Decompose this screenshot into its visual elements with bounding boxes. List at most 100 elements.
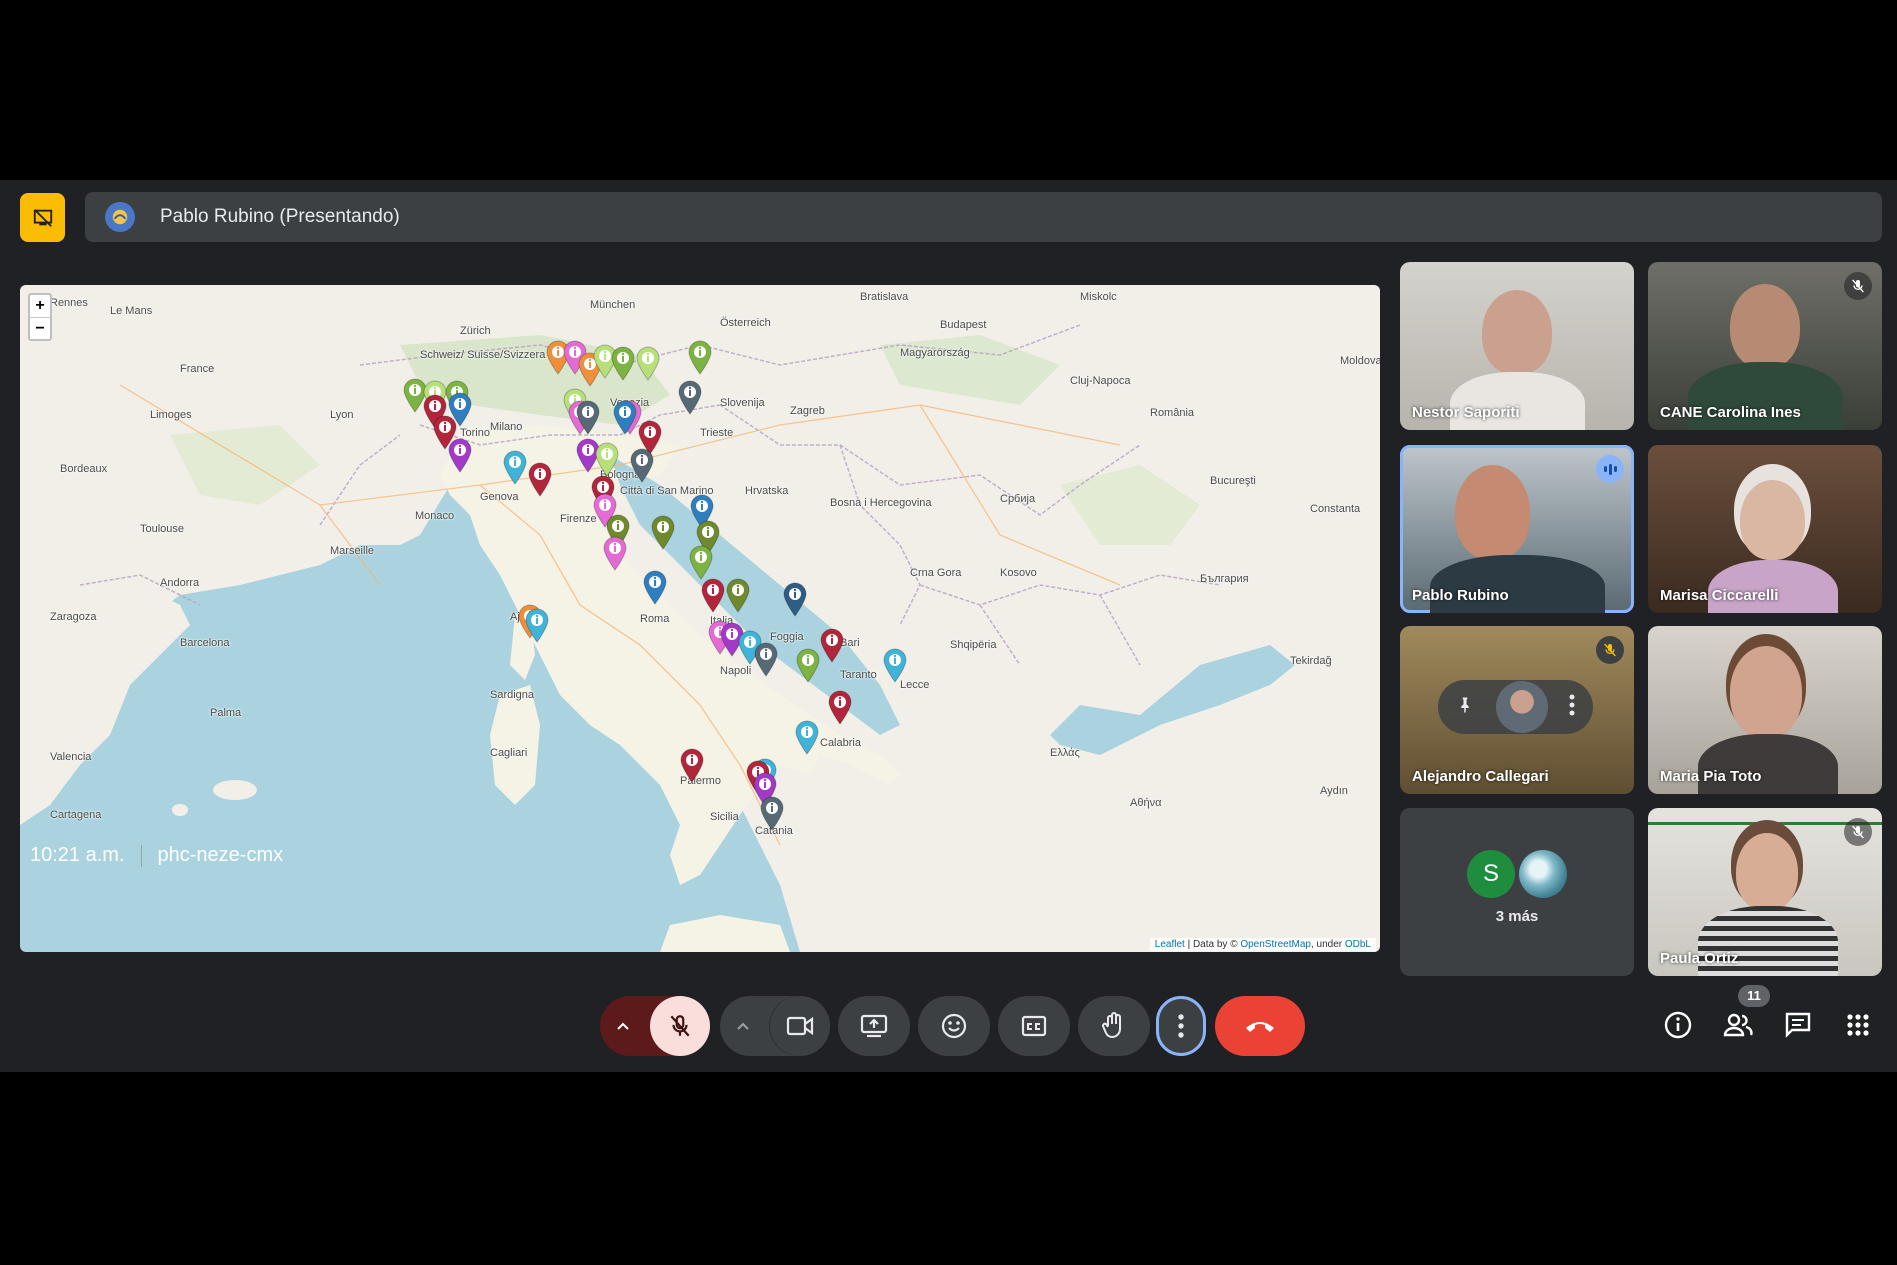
activities-icon[interactable] — [1838, 1005, 1878, 1045]
map-place-label: Србија — [1000, 493, 1036, 505]
map-place-label: Sardigna — [490, 689, 535, 701]
captions-icon[interactable] — [998, 996, 1070, 1056]
osm-link[interactable]: OpenStreetMap — [1240, 939, 1311, 950]
raise-hand-icon[interactable] — [1078, 996, 1150, 1056]
map-marker-icon[interactable] — [502, 449, 528, 485]
map-place-label: Cagliari — [490, 747, 528, 759]
map-marker-icon[interactable] — [795, 647, 821, 683]
map-marker-icon[interactable] — [650, 514, 676, 550]
meeting-code[interactable]: phc-neze-cmx — [158, 844, 284, 867]
map-place-label: Zaragoza — [50, 611, 97, 623]
attribution-under: , under — [1310, 939, 1345, 950]
map-place-label: Magyarország — [900, 347, 970, 359]
participant-tile[interactable]: Maria Pia Toto — [1648, 626, 1882, 794]
map-place-label: Crna Gora — [910, 567, 962, 579]
map-marker-icon[interactable] — [882, 647, 908, 683]
map-place-label: Tekirdağ — [1290, 655, 1332, 667]
map-place-label: Calabria — [820, 737, 861, 749]
camera-control-group — [720, 996, 830, 1056]
participant-video — [1740, 480, 1805, 560]
more-participants-label: 3 más — [1495, 907, 1539, 925]
map-place-label: Zagreb — [790, 405, 825, 417]
map-marker-icon[interactable] — [610, 345, 636, 381]
map-place-label: Zürich — [460, 325, 491, 337]
participant-name: Marisa Ciccarelli — [1660, 587, 1779, 604]
zoom-in-button[interactable]: + — [30, 295, 50, 317]
screen-share-off-icon[interactable] — [20, 193, 65, 242]
odbl-link[interactable]: ODbL — [1345, 939, 1371, 950]
camera-options-icon[interactable] — [720, 996, 766, 1056]
map-place-label: Milano — [490, 421, 523, 433]
mic-options-icon[interactable] — [600, 996, 646, 1056]
map-marker-icon[interactable] — [819, 627, 845, 663]
people-icon[interactable] — [1718, 1005, 1758, 1045]
map-marker-icon[interactable] — [527, 461, 553, 497]
end-call-icon[interactable] — [1215, 996, 1305, 1056]
mic-off-icon — [1844, 818, 1872, 846]
map-place-label: Aydın — [1320, 785, 1348, 797]
map-place-label: Bucureşti — [1210, 475, 1256, 487]
meet-window: Pablo Rubino (Presentando) Rennes Le Man… — [0, 180, 1897, 1072]
map-place-label: Limoges — [150, 409, 192, 421]
speaking-icon — [1596, 455, 1624, 483]
participant-tile-active[interactable]: Pablo Rubino — [1400, 445, 1634, 613]
meeting-time: 10:21 a.m. — [30, 844, 125, 866]
participant-tile[interactable]: Alejandro Callegari — [1400, 626, 1634, 794]
pin-icon[interactable] — [1456, 694, 1474, 721]
map-marker-icon[interactable] — [753, 641, 779, 677]
map-place-label: Αθήνα — [1130, 797, 1162, 809]
map-place-label: France — [180, 363, 215, 375]
map-place-label: Monaco — [415, 510, 455, 522]
map-marker-icon[interactable] — [700, 577, 726, 613]
map-place-label: München — [590, 299, 636, 311]
map-marker-icon[interactable] — [794, 719, 820, 755]
more-options-icon[interactable] — [1156, 996, 1206, 1056]
map-marker-icon[interactable] — [642, 569, 668, 605]
participant-video — [1455, 465, 1530, 560]
map-place-label: România — [1150, 407, 1195, 419]
map-marker-icon[interactable] — [759, 795, 785, 831]
map-place-label: Palma — [210, 707, 242, 719]
map-marker-icon[interactable] — [594, 441, 620, 477]
map-marker-icon[interactable] — [575, 399, 601, 435]
participant-video — [1736, 833, 1798, 911]
map-marker-icon[interactable] — [782, 581, 808, 617]
map-place-label: Bordeaux — [60, 463, 108, 475]
map-marker-icon[interactable] — [725, 577, 751, 613]
participant-tile[interactable]: CANE Carolina Ines — [1648, 262, 1882, 430]
mic-off-icon — [1844, 272, 1872, 300]
map-marker-icon[interactable] — [679, 747, 705, 783]
map-zoom-control[interactable]: + − — [28, 293, 52, 341]
map-marker-icon[interactable] — [602, 535, 628, 571]
map-marker-icon[interactable] — [447, 437, 473, 473]
emoji-icon[interactable] — [918, 996, 990, 1056]
participant-tile[interactable]: Nestor Saporiti — [1400, 262, 1634, 430]
map-marker-icon[interactable] — [827, 689, 853, 725]
tile-more-icon[interactable] — [1569, 694, 1575, 721]
map-place-label: Constanta — [1310, 503, 1361, 515]
map-marker-icon[interactable] — [524, 607, 550, 643]
map-marker-icon[interactable] — [612, 399, 638, 435]
map-marker-icon[interactable] — [629, 447, 655, 483]
map-marker-icon[interactable] — [687, 339, 713, 375]
info-icon[interactable] — [1658, 1005, 1698, 1045]
map-place-label: България — [1200, 573, 1249, 585]
map-place-label: Le Mans — [110, 305, 153, 317]
chat-icon[interactable] — [1778, 1005, 1818, 1045]
map-place-label: Roma — [640, 613, 670, 625]
more-avatars: S — [1467, 849, 1567, 898]
map-place-label: Genova — [480, 491, 519, 503]
more-participants-tile[interactable]: S 3 más — [1400, 808, 1634, 976]
zoom-out-button[interactable]: − — [30, 317, 50, 339]
leaflet-link[interactable]: Leaflet — [1155, 939, 1185, 950]
participant-tile[interactable]: Paula Ortiz — [1648, 808, 1882, 976]
camera-icon[interactable] — [770, 996, 830, 1056]
map-marker-icon[interactable] — [688, 544, 714, 580]
participant-tile[interactable]: Marisa Ciccarelli — [1648, 445, 1882, 613]
mic-off-icon[interactable] — [650, 996, 710, 1056]
map-marker-icon[interactable] — [635, 345, 661, 381]
map-marker-icon[interactable] — [677, 379, 703, 415]
participant-name: Maria Pia Toto — [1660, 768, 1762, 785]
map-attribution: Leaflet | Data by © OpenStreetMap, under… — [1149, 938, 1376, 951]
present-screen-icon[interactable] — [838, 996, 910, 1056]
